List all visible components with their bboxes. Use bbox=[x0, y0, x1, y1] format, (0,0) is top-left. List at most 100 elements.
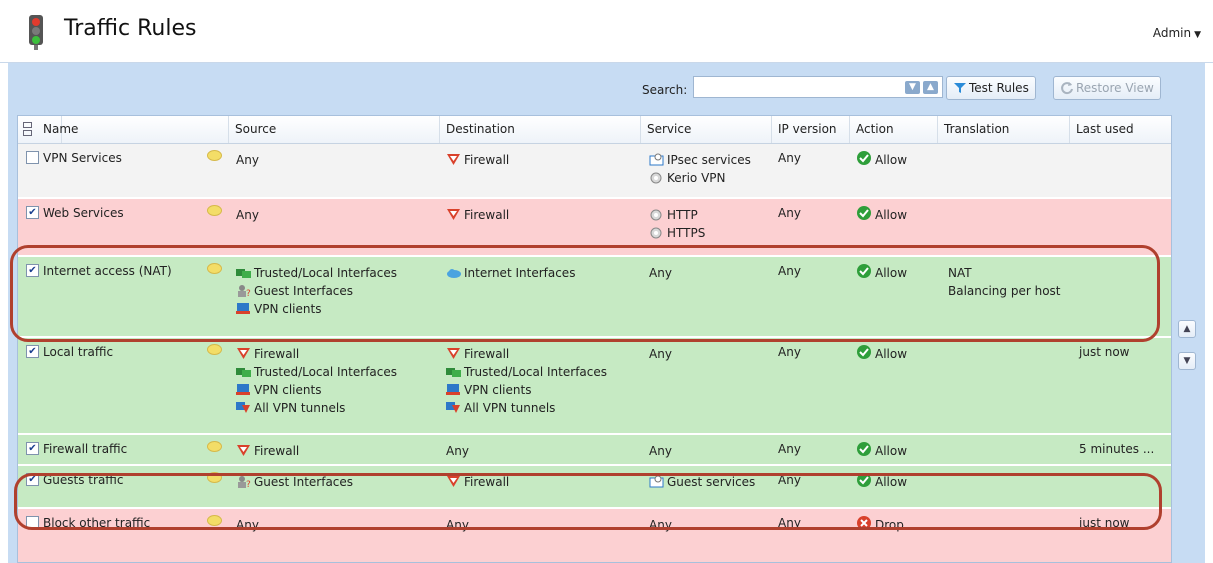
rule-enabled-checkbox[interactable] bbox=[26, 151, 39, 164]
rule-name[interactable]: Guests traffic bbox=[43, 471, 124, 489]
comment-icon[interactable] bbox=[207, 344, 222, 355]
filter-icon bbox=[954, 83, 966, 93]
service-cell[interactable]: Any bbox=[649, 442, 672, 460]
action-label: Allow bbox=[875, 208, 908, 222]
action-cell[interactable]: Allow bbox=[856, 263, 907, 282]
table-row[interactable]: ✔ Internet access (NAT) Trusted/Local Inte… bbox=[18, 257, 1171, 337]
destination-cell[interactable]: Firewall bbox=[446, 151, 509, 169]
action-cell[interactable]: Allow bbox=[856, 150, 907, 169]
source-item-label: All VPN tunnels bbox=[254, 401, 346, 415]
service-cell[interactable]: IPsec services Kerio VPN bbox=[649, 151, 751, 187]
move-down-button[interactable]: ▼ bbox=[1178, 352, 1196, 370]
rule-enabled-checkbox[interactable]: ✔ bbox=[26, 264, 39, 277]
search-down-icon[interactable]: ▼ bbox=[905, 81, 920, 94]
ip-version-cell[interactable]: Any bbox=[778, 514, 801, 532]
destination-cell[interactable]: Any bbox=[446, 442, 469, 460]
move-up-button[interactable]: ▲ bbox=[1178, 320, 1196, 338]
service-gear-icon bbox=[649, 171, 667, 185]
search-field[interactable]: ▼ ▲ bbox=[693, 76, 943, 98]
service-item: HTTP bbox=[649, 206, 705, 224]
test-rules-button[interactable]: Test Rules bbox=[946, 76, 1036, 100]
rule-enabled-checkbox[interactable]: ✔ bbox=[26, 206, 39, 219]
source-cell[interactable]: Any bbox=[236, 516, 259, 534]
comment-icon[interactable] bbox=[207, 150, 222, 161]
service-item-label: Kerio VPN bbox=[667, 171, 726, 185]
source-cell[interactable]: Firewall Trusted/Local Interfaces VPN clie… bbox=[236, 345, 397, 417]
column-header-service[interactable]: Service bbox=[641, 116, 772, 143]
service-cell[interactable]: Any bbox=[649, 345, 672, 363]
rule-name[interactable]: Local traffic bbox=[43, 343, 113, 361]
service-cell[interactable]: Any bbox=[649, 264, 672, 282]
rule-name[interactable]: Block other traffic bbox=[43, 514, 150, 532]
column-header-translation[interactable]: Translation bbox=[938, 116, 1070, 143]
table-row[interactable]: VPN Services Any Firewall IPsec services Ker… bbox=[18, 144, 1171, 198]
rule-name[interactable]: Web Services bbox=[43, 204, 124, 222]
allow-icon bbox=[856, 442, 875, 458]
rule-name[interactable]: Internet access (NAT) bbox=[43, 262, 172, 280]
action-cell[interactable]: Drop bbox=[856, 515, 904, 534]
service-cell[interactable]: Guest services bbox=[649, 473, 755, 491]
source-cell[interactable]: Any bbox=[236, 206, 259, 224]
column-header-action[interactable]: Action bbox=[850, 116, 938, 143]
destination-cell[interactable]: Firewall bbox=[446, 206, 509, 224]
action-cell[interactable]: Allow bbox=[856, 441, 907, 460]
rule-enabled-checkbox[interactable]: ✔ bbox=[26, 345, 39, 358]
column-header-last-used[interactable]: Last used bbox=[1070, 116, 1171, 143]
source-item: Trusted/Local Interfaces bbox=[236, 363, 397, 381]
source-cell[interactable]: ? Guest Interfaces bbox=[236, 473, 353, 491]
translation-cell[interactable]: NAT Balancing per host bbox=[948, 264, 1061, 300]
table-row[interactable]: ✔ Guests traffic ? Guest Interfaces Firewall… bbox=[18, 466, 1171, 508]
service-cell[interactable]: Any bbox=[649, 516, 672, 534]
destination-item-label: Internet Interfaces bbox=[464, 266, 576, 280]
source-cell[interactable]: Trusted/Local Interfaces? Guest Interface… bbox=[236, 264, 397, 318]
ip-version-cell[interactable]: Any bbox=[778, 343, 801, 361]
user-menu[interactable]: Admin ▼ bbox=[1153, 26, 1201, 40]
ip-version-cell[interactable]: Any bbox=[778, 471, 801, 489]
rule-enabled-checkbox[interactable]: ✔ bbox=[26, 473, 39, 486]
comment-icon[interactable] bbox=[207, 472, 222, 483]
destination-cell[interactable]: Firewall Trusted/Local Interfaces VPN clie… bbox=[446, 345, 607, 417]
rule-enabled-checkbox[interactable] bbox=[26, 516, 39, 529]
ip-version-cell[interactable]: Any bbox=[778, 149, 801, 167]
table-row[interactable]: Block other traffic Any Any Any Any Drop just … bbox=[18, 509, 1171, 562]
rule-name[interactable]: Firewall traffic bbox=[43, 440, 127, 458]
action-cell[interactable]: Allow bbox=[856, 472, 907, 491]
destination-cell[interactable]: Firewall bbox=[446, 473, 509, 491]
ip-version-cell[interactable]: Any bbox=[778, 440, 801, 458]
search-input[interactable] bbox=[698, 78, 892, 98]
comment-icon[interactable] bbox=[207, 205, 222, 216]
source-item: Firewall bbox=[236, 442, 299, 460]
ip-version-cell[interactable]: Any bbox=[778, 262, 801, 280]
service-cell[interactable]: HTTP HTTPS bbox=[649, 206, 705, 242]
action-label: Allow bbox=[875, 153, 908, 167]
column-header-source[interactable]: Source bbox=[229, 116, 440, 143]
comment-icon[interactable] bbox=[207, 263, 222, 274]
chevron-down-icon: ▼ bbox=[1194, 30, 1201, 40]
source-item: Trusted/Local Interfaces bbox=[236, 264, 397, 282]
action-cell[interactable]: Allow bbox=[856, 205, 907, 224]
search-label: Search: bbox=[642, 83, 688, 97]
source-cell[interactable]: Any bbox=[236, 151, 259, 169]
rule-name[interactable]: VPN Services bbox=[43, 149, 122, 167]
restore-view-button[interactable]: Restore View bbox=[1053, 76, 1161, 100]
source-item: Any bbox=[236, 206, 259, 224]
action-cell[interactable]: Allow bbox=[856, 344, 907, 363]
column-header-name[interactable]: Name bbox=[18, 116, 229, 143]
source-item: Firewall bbox=[236, 345, 397, 363]
search-up-icon[interactable]: ▲ bbox=[923, 81, 938, 94]
destination-cell[interactable]: Internet Interfaces bbox=[446, 264, 575, 282]
column-header-ip-version[interactable]: IP version bbox=[772, 116, 850, 143]
ip-version-cell[interactable]: Any bbox=[778, 204, 801, 222]
destination-cell[interactable]: Any bbox=[446, 516, 469, 534]
action-label: Allow bbox=[875, 475, 908, 489]
table-row[interactable]: ✔ Local traffic Firewall Trusted/Local Inte… bbox=[18, 338, 1171, 434]
column-header-destination[interactable]: Destination bbox=[440, 116, 641, 143]
table-row[interactable]: ✔ Firewall traffic Firewall Any Any Any Allow 5… bbox=[18, 435, 1171, 465]
comment-icon[interactable] bbox=[207, 441, 222, 452]
source-cell[interactable]: Firewall bbox=[236, 442, 299, 460]
rules-table: Name Source Destination Service IP versi… bbox=[17, 115, 1172, 563]
comment-icon[interactable] bbox=[207, 515, 222, 526]
rule-enabled-checkbox[interactable]: ✔ bbox=[26, 442, 39, 455]
service-item-label: HTTP bbox=[667, 208, 698, 222]
table-row[interactable]: ✔ Web Services Any Firewall HTTP HTTPS Any Allo… bbox=[18, 199, 1171, 256]
